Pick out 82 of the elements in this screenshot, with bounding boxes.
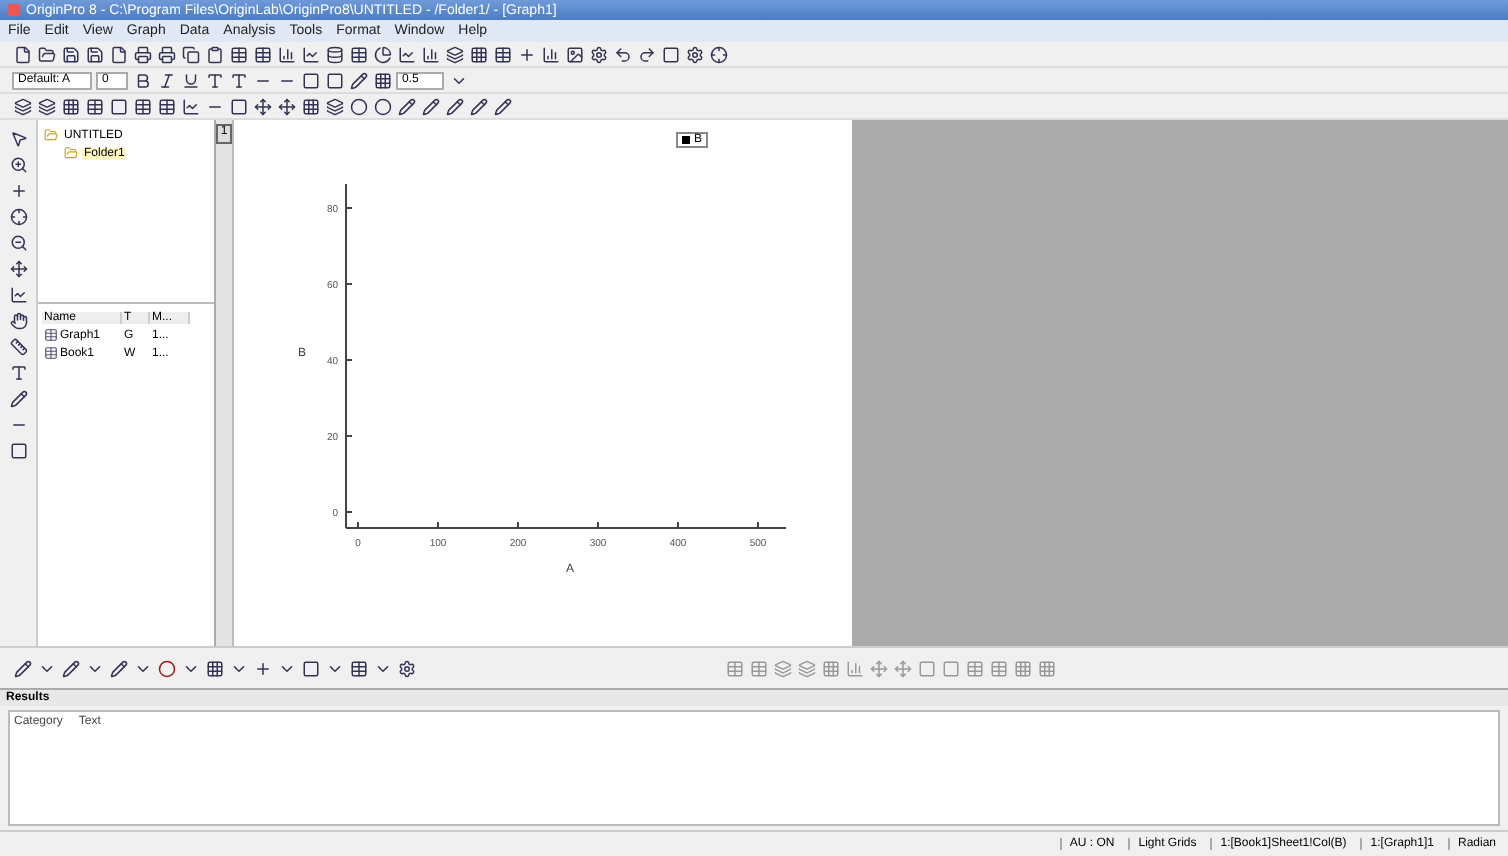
square-icon[interactable] <box>300 70 320 90</box>
image-icon[interactable] <box>564 44 584 64</box>
layers-icon[interactable] <box>36 96 56 116</box>
square-marker-icon <box>682 136 690 144</box>
table-icon[interactable] <box>156 96 176 116</box>
table-icon[interactable] <box>132 96 152 116</box>
text-icon[interactable] <box>204 70 224 90</box>
line-chart-icon[interactable] <box>300 44 320 64</box>
plus-icon[interactable] <box>252 658 272 678</box>
square-icon[interactable] <box>324 70 344 90</box>
square-icon[interactable] <box>108 96 128 116</box>
table-icon[interactable] <box>252 44 272 64</box>
text-icon[interactable] <box>8 362 28 382</box>
copy-icon[interactable] <box>180 44 200 64</box>
pencil-icon[interactable] <box>444 96 464 116</box>
layers-icon[interactable] <box>444 44 464 64</box>
square-icon[interactable] <box>8 440 28 460</box>
pencil-icon[interactable] <box>60 658 80 678</box>
bold-icon[interactable] <box>132 70 152 90</box>
plus-icon[interactable] <box>8 180 28 200</box>
text-icon[interactable] <box>228 70 248 90</box>
layers-icon[interactable] <box>12 96 32 116</box>
line-chart-icon[interactable] <box>180 96 200 116</box>
underline-icon[interactable] <box>180 70 200 90</box>
bar-chart-icon[interactable] <box>276 44 296 64</box>
hand-icon[interactable] <box>8 310 28 330</box>
crosshair-icon[interactable] <box>8 206 28 226</box>
grid-icon[interactable] <box>372 70 392 90</box>
printer-icon[interactable] <box>156 44 176 64</box>
redo-icon[interactable] <box>636 44 656 64</box>
layers-icon[interactable] <box>324 96 344 116</box>
file-icon[interactable] <box>12 44 32 64</box>
settings-icon[interactable] <box>396 658 416 678</box>
zoom-in-icon[interactable] <box>8 154 28 174</box>
pencil-icon[interactable] <box>492 96 512 116</box>
pencil-icon[interactable] <box>468 96 488 116</box>
pointer-icon[interactable] <box>8 128 28 148</box>
square-icon[interactable] <box>660 44 680 64</box>
square-icon[interactable] <box>300 658 320 678</box>
pie-chart-icon[interactable] <box>372 44 392 64</box>
table-icon[interactable] <box>228 44 248 64</box>
printer-icon[interactable] <box>132 44 152 64</box>
circle-icon[interactable] <box>348 96 368 116</box>
grid-icon[interactable] <box>60 96 80 116</box>
window-icon <box>44 328 58 342</box>
bar-chart-icon[interactable] <box>420 44 440 64</box>
move-icon[interactable] <box>276 96 296 116</box>
clipboard-icon[interactable] <box>204 44 224 64</box>
table-icon[interactable] <box>492 44 512 64</box>
table-icon[interactable] <box>348 658 368 678</box>
table-icon[interactable] <box>84 96 104 116</box>
circle-icon[interactable] <box>156 658 176 678</box>
file-icon[interactable] <box>108 44 128 64</box>
undo-icon[interactable] <box>612 44 632 64</box>
move-icon[interactable] <box>8 258 28 278</box>
move-icon[interactable] <box>252 96 272 116</box>
folder-icon[interactable] <box>36 44 56 64</box>
pencil-icon[interactable] <box>420 96 440 116</box>
plus-icon[interactable] <box>516 44 536 64</box>
bar-chart-icon[interactable] <box>540 44 560 64</box>
database-icon[interactable] <box>324 44 344 64</box>
line-chart-icon[interactable] <box>8 284 28 304</box>
app-icon <box>8 4 20 16</box>
grid-icon[interactable] <box>300 96 320 116</box>
square-icon[interactable] <box>228 96 248 116</box>
window-icon <box>44 346 58 360</box>
crosshair-icon[interactable] <box>708 44 728 64</box>
pencil-icon[interactable] <box>8 388 28 408</box>
line-chart-icon[interactable] <box>396 44 416 64</box>
pencil-icon[interactable] <box>348 70 368 90</box>
zoom-out-icon[interactable] <box>8 232 28 252</box>
ruler-icon[interactable] <box>8 336 28 356</box>
settings-icon[interactable] <box>588 44 608 64</box>
pencil-icon[interactable] <box>108 658 128 678</box>
pencil-icon[interactable] <box>396 96 416 116</box>
settings-icon[interactable] <box>684 44 704 64</box>
italic-icon[interactable] <box>156 70 176 90</box>
pencil-icon[interactable] <box>12 658 32 678</box>
circle-icon[interactable] <box>372 96 392 116</box>
table-icon[interactable] <box>348 44 368 64</box>
grid-icon[interactable] <box>468 44 488 64</box>
grid-icon[interactable] <box>204 658 224 678</box>
